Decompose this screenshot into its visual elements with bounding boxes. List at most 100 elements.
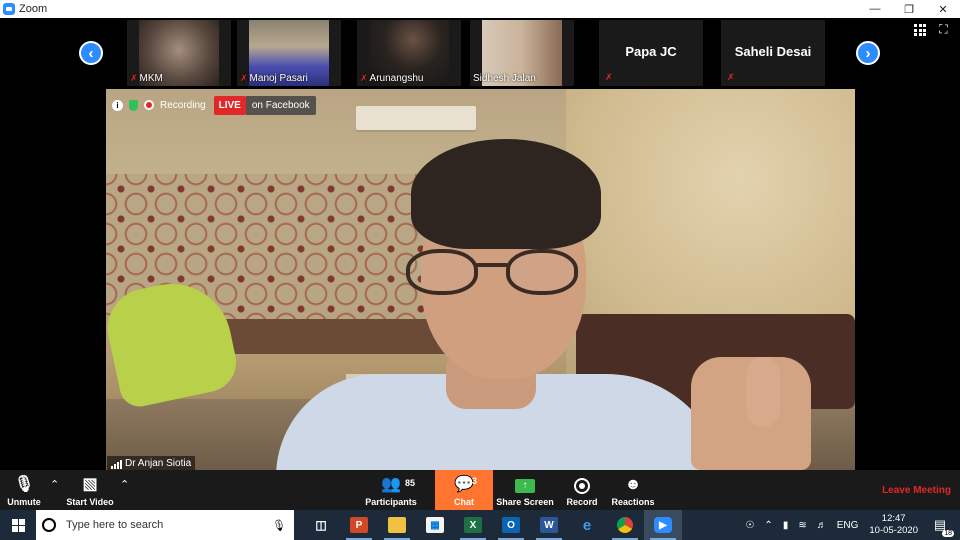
zoom-icon: ▶ (654, 517, 672, 533)
gallery-strip: ‹ ✗ MKM ✗ Manoj Pasari ✗ Arunangshu Sidhesh… (0, 18, 960, 88)
clock-time: 12:47 (881, 513, 906, 524)
participants-icon: 👥 85 (381, 476, 416, 493)
windows-taskbar: Type here to search 🎙 ◫ P ▦ X O W e ▶ ☉ … (0, 510, 960, 540)
volume-icon[interactable]: ♬ (817, 520, 827, 531)
participant-name: Papa JC (625, 44, 677, 59)
edge-icon: e (582, 516, 592, 534)
start-video-button[interactable]: ▧ Start Video (63, 470, 117, 510)
participant-name: ✗ Manoj Pasari (240, 73, 308, 84)
participant-name: ✗ Arunangshu (360, 73, 424, 84)
gallery-view-icon[interactable] (914, 24, 926, 36)
microphone-icon[interactable]: 🎙 (272, 519, 286, 532)
taskbar-word[interactable]: W (530, 510, 568, 540)
audio-options-chevron-icon[interactable]: ⌃ (50, 478, 59, 491)
taskbar-search[interactable]: Type here to search 🎙 (36, 510, 294, 540)
close-icon: ✕ (938, 3, 948, 16)
meeting-status-bar: i Recording LIVE on Facebook (112, 95, 316, 115)
taskbar-clock[interactable]: 12:47 10-05-2020 (869, 513, 918, 537)
emoji-icon: ☻ (624, 476, 642, 493)
chat-button[interactable]: 💬 3 Chat (435, 470, 493, 510)
record-icon (574, 478, 590, 494)
video-off-icon: ▧ (82, 476, 98, 493)
participants-button[interactable]: 👥 85 Participants (362, 470, 420, 510)
recording-icon (144, 100, 154, 110)
action-center-button[interactable]: ▤ 18 (928, 517, 954, 537)
battery-icon[interactable]: ▮ (783, 520, 789, 531)
zoom-window: Zoom — ❐ ✕ ‹ ✗ MKM ✗ Manoj Pasari ✗ Arunang… (0, 0, 960, 540)
folder-icon (388, 517, 406, 533)
signal-strength-icon (111, 460, 122, 469)
language-indicator[interactable]: ENG (837, 520, 859, 531)
meeting-toolbar: 🎙 Unmute ⌃ ▧ Start Video ⌃ 👥 85 Participa… (0, 470, 960, 510)
taskbar-excel[interactable]: X (454, 510, 492, 540)
video-options-chevron-icon[interactable]: ⌃ (120, 478, 129, 491)
participant-name: ✗ MKM (130, 73, 163, 84)
participant-tile[interactable]: Saheli Desai ✗ (721, 20, 825, 86)
store-icon: ▦ (426, 517, 444, 533)
chat-icon: 💬 3 (454, 476, 477, 494)
fullscreen-icon[interactable]: ⛶ (937, 23, 950, 36)
taskbar-file-explorer[interactable] (378, 510, 416, 540)
taskbar-apps: ◫ P ▦ X O W e ▶ (302, 510, 682, 540)
restore-button[interactable]: ❐ (892, 0, 926, 18)
mic-muted-icon: ✗ (240, 73, 248, 83)
live-destination[interactable]: on Facebook (245, 95, 316, 115)
show-hidden-icons-icon[interactable]: ⌃ (764, 520, 772, 531)
share-screen-button[interactable]: ↑ Share Screen (496, 470, 554, 510)
taskbar-store[interactable]: ▦ (416, 510, 454, 540)
chat-unread-count: 3 (472, 476, 478, 486)
info-icon[interactable]: i (112, 99, 123, 111)
gallery-next-button[interactable]: › (856, 41, 880, 65)
participants-count: 85 (405, 478, 416, 488)
taskbar-zoom[interactable]: ▶ (644, 510, 682, 540)
wifi-icon[interactable]: ≋ (798, 520, 806, 531)
minimize-button[interactable]: — (858, 0, 892, 18)
participant-name: Saheli Desai (734, 44, 812, 59)
zoom-logo-icon (3, 3, 15, 15)
minimize-icon: — (869, 3, 881, 15)
participant-tile[interactable]: Papa JC ✗ (599, 20, 703, 86)
close-button[interactable]: ✕ (926, 0, 960, 18)
title-bar: Zoom — ❐ ✕ (0, 0, 960, 18)
window-controls: — ❐ ✕ (858, 0, 960, 18)
powerpoint-icon: P (350, 517, 368, 533)
system-tray: ☉ ⌃ ▮ ≋ ♬ ENG 12:47 10-05-2020 ▤ 18 (740, 510, 960, 540)
reactions-button[interactable]: ☻ Reactions (610, 470, 656, 510)
recording-label: Recording (160, 99, 206, 111)
taskbar-edge[interactable]: e (568, 510, 606, 540)
excel-icon: X (464, 517, 482, 533)
mic-muted-icon: ✗ (360, 73, 368, 83)
mic-muted-icon: 🎙 (13, 476, 35, 493)
security-shield-icon[interactable] (129, 99, 138, 111)
outlook-icon: O (502, 517, 520, 533)
leave-meeting-button[interactable]: Leave Meeting (882, 485, 951, 496)
people-icon[interactable]: ☉ (745, 520, 754, 531)
participant-tile[interactable]: ✗ Arunangshu (357, 20, 461, 86)
search-placeholder: Type here to search (66, 519, 164, 531)
participant-tile[interactable]: ✗ MKM (127, 20, 231, 86)
taskbar-chrome[interactable] (606, 510, 644, 540)
share-screen-icon: ↑ (515, 479, 535, 493)
mic-muted-icon: ✗ (727, 72, 735, 82)
chrome-icon (617, 517, 633, 533)
speaker-video (106, 89, 855, 470)
notification-count: 18 (942, 530, 954, 537)
task-view-icon: ◫ (315, 518, 327, 532)
participant-name: Sidhesh Jalan (473, 73, 536, 84)
chevron-left-icon: ‹ (88, 44, 94, 62)
mic-muted-icon: ✗ (605, 72, 613, 82)
taskbar-powerpoint[interactable]: P (340, 510, 378, 540)
task-view-button[interactable]: ◫ (302, 510, 340, 540)
unmute-button[interactable]: 🎙 Unmute (5, 470, 43, 510)
mic-muted-icon: ✗ (130, 73, 138, 83)
cortana-icon (42, 518, 56, 532)
record-button[interactable]: Record (562, 470, 602, 510)
gallery-prev-button[interactable]: ‹ (79, 41, 103, 65)
live-badge[interactable]: LIVE (213, 95, 246, 115)
participant-tile[interactable]: Sidhesh Jalan (470, 20, 574, 86)
clock-date: 10-05-2020 (869, 525, 918, 536)
speaker-name-label: Dr Anjan Siotia (107, 456, 196, 471)
participant-tile[interactable]: ✗ Manoj Pasari (237, 20, 341, 86)
taskbar-outlook[interactable]: O (492, 510, 530, 540)
start-button[interactable] (0, 510, 36, 540)
